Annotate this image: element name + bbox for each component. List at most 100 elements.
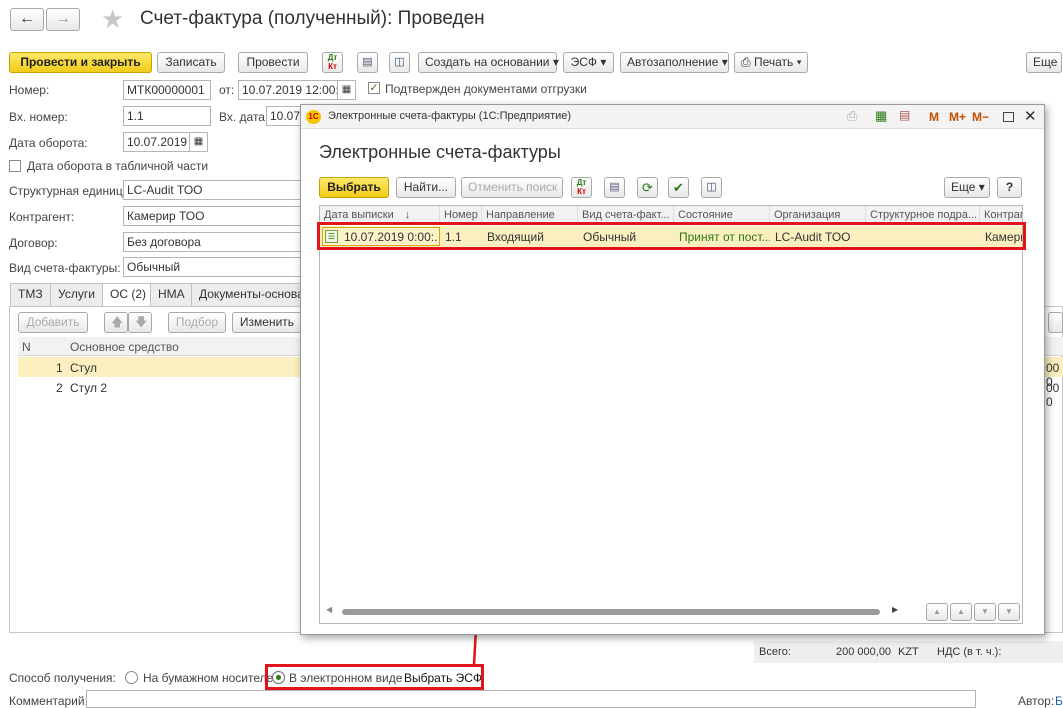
- save-button[interactable]: Записать: [157, 52, 225, 73]
- confirmed-label: Подтвержден документами отгрузки: [385, 82, 587, 96]
- contract-label: Договор:: [9, 236, 58, 250]
- add-row-button[interactable]: Добавить: [18, 312, 88, 333]
- pick-button[interactable]: Подбор: [168, 312, 226, 333]
- structure-icon[interactable]: ◫: [389, 52, 410, 73]
- number-label: Номер:: [9, 83, 50, 97]
- contract-field[interactable]: Без договора: [123, 232, 303, 252]
- find-button[interactable]: Найти...: [396, 177, 456, 198]
- invoice-kind-field[interactable]: Обычный: [123, 257, 303, 277]
- refresh-icon[interactable]: ⟳: [637, 177, 658, 198]
- forward-button[interactable]: →: [46, 8, 80, 31]
- post-and-close-button[interactable]: Провести и закрыть: [9, 52, 152, 73]
- row-asset: Стул 2: [70, 381, 108, 395]
- turnover-in-table-checkbox[interactable]: [9, 160, 21, 172]
- memory-plus-button[interactable]: M+: [949, 110, 966, 124]
- calculator-icon[interactable]: ▦: [875, 108, 887, 124]
- scroll-right-icon[interactable]: ▶: [892, 605, 898, 614]
- struct-unit-field[interactable]: LC-Audit ТОО: [123, 180, 303, 200]
- move-up-button[interactable]: 🡅: [104, 312, 128, 333]
- move-down-button[interactable]: 🡇: [128, 312, 152, 333]
- tab-services[interactable]: Услуги: [50, 283, 103, 306]
- scroll-bottom-icon[interactable]: ▼: [998, 603, 1020, 621]
- scroll-down-icon[interactable]: ▼: [974, 603, 996, 621]
- printer-icon: ⎙: [741, 55, 751, 69]
- memory-minus-button[interactable]: M−: [972, 110, 989, 124]
- autofill-label: Автозаполнение: [627, 55, 719, 69]
- col-n-header: N: [22, 340, 31, 354]
- scroll-up-icon[interactable]: ▲: [950, 603, 972, 621]
- help-button[interactable]: ?: [997, 177, 1022, 198]
- calendar-icon[interactable]: ▤: [899, 108, 910, 122]
- paper-option-label: На бумажном носителе: [143, 671, 274, 685]
- in-date-label: Вх. дата:: [219, 110, 269, 124]
- vat-label: НДС (в т. ч.):: [937, 646, 1002, 658]
- comment-label: Комментарий:: [9, 694, 88, 708]
- invoice-kind-label: Вид счета-фактуры:: [9, 261, 121, 275]
- page-title: Счет-фактура (полученный): Проведен: [140, 8, 485, 29]
- col-asset-header: Основное средство: [70, 340, 179, 354]
- 1c-logo-icon: 1C: [306, 110, 321, 124]
- report-icon[interactable]: ▤: [604, 177, 625, 198]
- create-based-label: Создать на основании: [425, 55, 550, 69]
- print-label: Печать: [753, 55, 794, 69]
- table-more-button[interactable]: [1048, 312, 1063, 333]
- row-n: 1: [56, 361, 63, 375]
- print-icon[interactable]: ⎙: [847, 108, 857, 124]
- struct-unit-label: Структурная единица:: [9, 184, 133, 198]
- row-amount: 00 0: [1046, 381, 1060, 409]
- scroll-top-icon[interactable]: ▲: [926, 603, 948, 621]
- dialog-heading: Электронные счета-фактуры: [319, 142, 561, 162]
- number-field[interactable]: МТК00000001: [123, 80, 211, 100]
- in-number-label: Вх. номер:: [9, 110, 68, 124]
- col-date-label: Дата выписки: [324, 209, 394, 221]
- receive-method-label: Способ получения:: [9, 671, 116, 685]
- author-value[interactable]: Б: [1055, 694, 1063, 708]
- autofill-button[interactable]: Автозаполнение ▾: [620, 52, 729, 73]
- turnover-date-label: Дата оборота:: [9, 136, 88, 150]
- comment-field[interactable]: [86, 690, 976, 708]
- dt-kt-icon[interactable]: Дт Кт: [322, 52, 343, 73]
- turnover-date-field[interactable]: 10.07.2019: [123, 132, 190, 152]
- structure-icon[interactable]: ◫: [701, 177, 722, 198]
- select-button[interactable]: Выбрать: [319, 177, 389, 198]
- contractor-label: Контрагент:: [9, 210, 75, 224]
- esf-label: ЭСФ: [570, 55, 598, 69]
- change-button[interactable]: Изменить: [232, 312, 302, 333]
- highlight-box-esf: [265, 664, 484, 690]
- esf-dialog: 1C Электронные счета-фактуры (1С:Предпри…: [300, 104, 1045, 635]
- from-date-field[interactable]: 10.07.2019 12:00:0: [238, 80, 338, 100]
- back-button[interactable]: ←: [10, 8, 44, 31]
- horizontal-scrollbar[interactable]: [342, 609, 880, 615]
- total-label: Всего:: [759, 646, 791, 658]
- calendar-icon[interactable]: ▦: [190, 132, 208, 152]
- sort-down-icon: ↓: [404, 209, 411, 221]
- scroll-left-icon[interactable]: ◀: [326, 605, 332, 614]
- report-icon[interactable]: ▤: [357, 52, 378, 73]
- tab-fixed-assets[interactable]: ОС (2): [102, 283, 154, 307]
- esf-list-table: Дата выписки ↓ Номер Направление Вид сче…: [319, 205, 1023, 624]
- create-based-button[interactable]: Создать на основании ▾: [418, 52, 559, 73]
- print-button[interactable]: ⎙ Печать ▾: [734, 52, 808, 73]
- esf-button[interactable]: ЭСФ ▾: [563, 52, 614, 73]
- post-button[interactable]: Провести: [238, 52, 308, 73]
- author-label: Автор:: [1018, 694, 1055, 708]
- paper-radio[interactable]: [125, 671, 138, 684]
- dialog-more-label: Еще: [951, 180, 976, 194]
- tab-intangible[interactable]: НМА: [150, 283, 193, 306]
- calendar-icon[interactable]: ▦: [338, 80, 356, 100]
- tab-tmz[interactable]: ТМЗ: [10, 283, 51, 306]
- confirmed-checkbox[interactable]: ✓: [368, 82, 380, 94]
- maximize-icon[interactable]: [1003, 112, 1014, 122]
- memory-m-button[interactable]: M: [929, 110, 939, 124]
- contractor-field[interactable]: Камерир ТОО: [123, 206, 303, 226]
- from-label: от:: [219, 83, 235, 97]
- dt-kt-icon[interactable]: Дт Кт: [571, 177, 592, 198]
- close-icon[interactable]: ✕: [1024, 107, 1037, 125]
- cancel-search-button[interactable]: Отменить поиск: [461, 177, 563, 198]
- favorite-star-icon[interactable]: ★: [101, 4, 124, 35]
- dialog-more-button[interactable]: Еще ▾: [944, 177, 990, 198]
- row-asset: Стул: [70, 361, 98, 375]
- in-number-field[interactable]: 1.1: [123, 106, 211, 126]
- more-button[interactable]: Еще: [1026, 52, 1062, 73]
- check-icon[interactable]: ✔: [668, 177, 689, 198]
